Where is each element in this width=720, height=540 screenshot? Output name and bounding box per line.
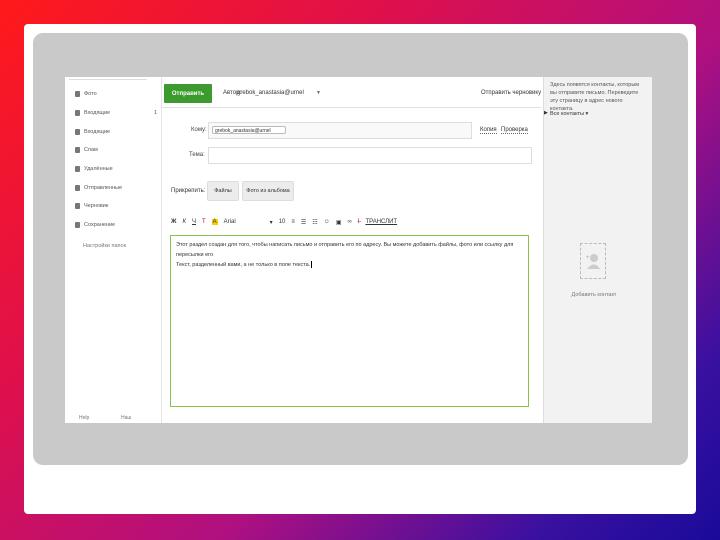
mail-sidebar: Фото Входящие 1 Входящие Спам Удалённые … [65,77,162,423]
sidebar-item-spam[interactable]: Спам [75,145,157,154]
divider [69,79,147,80]
attach-label: Прикрепить: [171,188,206,194]
link-icon[interactable]: ∞ [347,219,351,225]
unread-count: 1 [153,109,157,116]
contacts-panel: Здесь появятся контакты, которым вы отпр… [543,77,652,423]
to-field[interactable]: grebok_anastasia@urnel [208,122,472,139]
sidebar-item-inbox[interactable]: Входящие 1 [75,108,157,117]
all-contacts-dropdown[interactable]: Все контакты ▾ [550,111,588,117]
divider [161,107,541,108]
highlight-icon[interactable]: A [211,219,218,225]
add-user-icon: + [586,254,600,269]
format-toolbar: Ж К Ч T A Arial ▾ 10 ≡ ☰ ☷ ☺ ▣ ∞ I̶ ТРАН… [171,217,397,227]
folder-settings-link[interactable]: Настройки папок [83,243,126,249]
text-cursor [311,261,313,269]
send-button[interactable]: Отправить [164,84,212,103]
footer-link[interactable]: Наш [121,415,131,421]
sidebar-item-photos[interactable]: Фото [75,89,157,98]
trash-icon [75,165,80,172]
sidebar-item-label: Фото [84,90,97,97]
sidebar-item-label: Спам [84,146,98,153]
body-text-line-last: Текст, разделенный вами, а не только в п… [176,260,523,270]
font-select[interactable]: Arial [224,219,264,225]
underline-icon[interactable]: Ч [192,219,196,225]
font-size-select[interactable]: 10 [279,219,286,225]
add-contact-label[interactable]: Добавить контакт [564,291,624,299]
attach-photos-button[interactable]: Фото из альбома [242,181,294,201]
numbered-list-icon[interactable]: ☷ [312,219,317,226]
body-text-line: Этот раздел создан для того, чтобы напис… [176,242,514,258]
contacts-hint: Здесь появятся контакты, которым вы отпр… [550,82,640,112]
avatar-placeholder[interactable]: + [580,243,606,279]
body-text: Текст, разделенный вами, а не только в п… [176,262,311,268]
phone-icon [75,128,80,135]
text-color-icon[interactable]: T [202,219,206,225]
attach-files-button[interactable]: Файлы [207,181,239,201]
save-draft-link[interactable]: Отправить черновику [481,90,541,96]
chevron-down-icon[interactable]: ▾ [270,219,273,226]
message-body-editor[interactable]: Этот раздел создан для того, чтобы напис… [170,235,529,407]
sidebar-item-received[interactable]: Входящие [75,127,157,136]
mail-compose-window: Фото Входящие 1 Входящие Спам Удалённые … [65,77,652,423]
svg-text:+: + [586,255,590,261]
subject-label: Тема: [189,152,205,158]
italic-icon[interactable]: К [182,219,186,225]
copy-link[interactable]: Копия [480,127,497,134]
collapse-arrow-icon[interactable]: ▶ [544,110,548,116]
bold-icon[interactable]: Ж [171,219,176,225]
translit-button[interactable]: ТРАНСЛИТ [365,219,397,225]
bcc-link[interactable]: Проверка [501,127,528,134]
sidebar-item-deleted[interactable]: Удалённые [75,164,157,173]
image-icon[interactable]: ▣ [336,219,342,226]
align-icon[interactable]: ≡ [291,219,295,225]
chevron-down-icon[interactable]: ▼ [316,90,321,96]
sidebar-item-label: Отправленные [84,184,123,191]
draft-icon [75,202,80,209]
recipient-chip[interactable]: grebok_anastasia@urnel [212,126,286,134]
sidebar-item-label: Входящие [84,128,111,135]
sidebar-item-label: Удалённые [84,165,113,172]
sidebar-item-saved[interactable]: Сохранение [75,220,157,229]
from-select[interactable]: grebok_anastasia@urnel [237,90,304,96]
clear-format-icon[interactable]: I̶ [358,219,360,225]
to-label: Кому: [191,127,207,133]
sidebar-item-sent[interactable]: Отправленные [75,183,157,192]
help-link[interactable]: Help [79,415,89,421]
phone-icon [75,90,80,97]
list-icon[interactable]: ☰ [301,219,306,226]
save-icon [75,221,80,228]
spam-icon [75,146,80,153]
sidebar-item-label: Черновик [84,202,109,209]
subject-field[interactable] [208,147,532,164]
sidebar-item-drafts[interactable]: Черновик [75,201,157,210]
sidebar-item-label: Входящие [84,109,111,116]
sent-icon [75,184,80,191]
inbox-icon [75,109,80,116]
sidebar-item-label: Сохранение [84,221,116,228]
emoji-icon[interactable]: ☺ [324,219,330,225]
